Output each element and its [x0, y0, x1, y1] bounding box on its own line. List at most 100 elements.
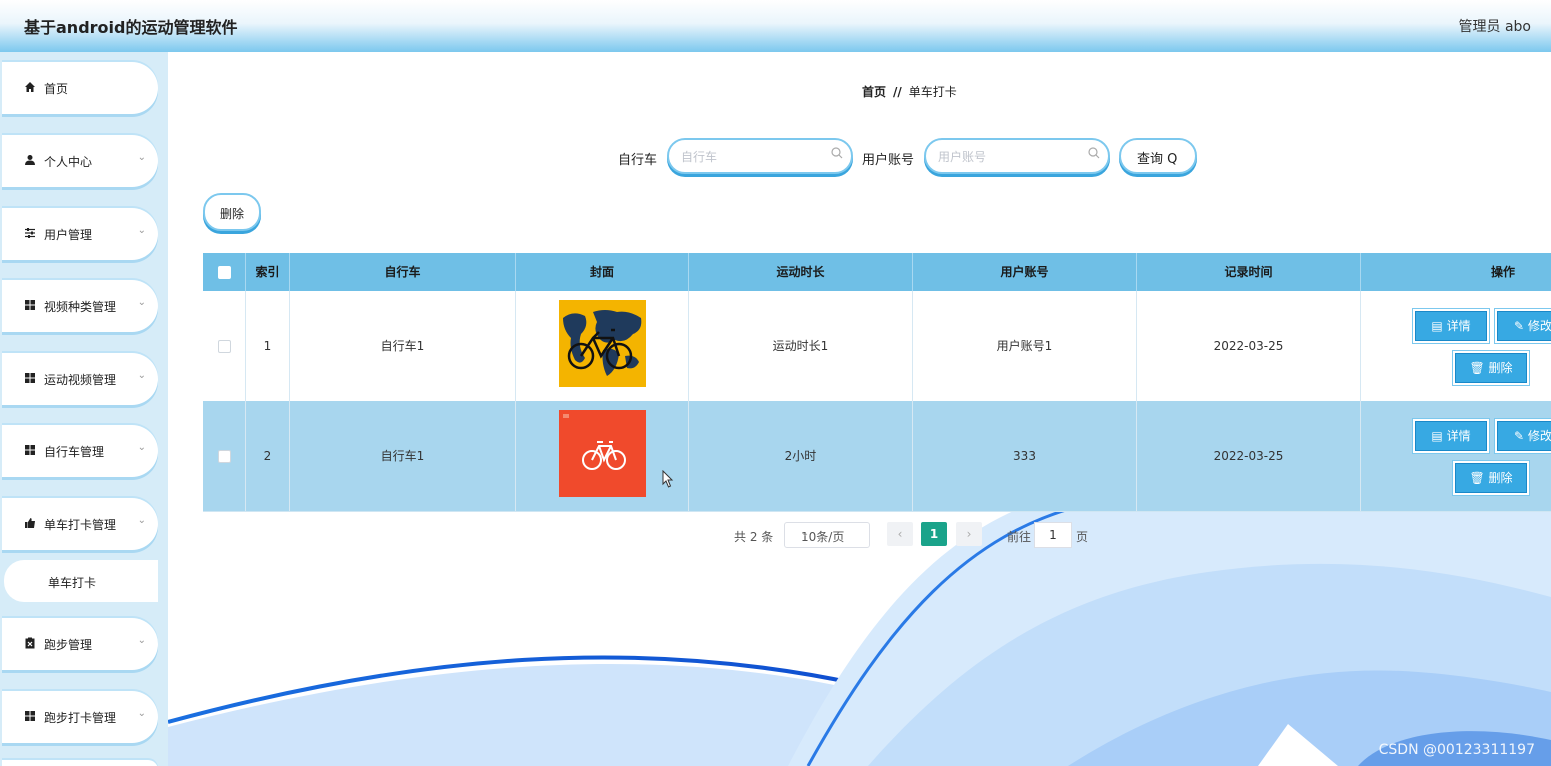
sidebar-item-running-management[interactable]: 跑步管理 ⌄: [2, 618, 158, 670]
table-row: 2 自行车1 2小时 333 2022-03-25 ▤ 详情 ✎ 修改 🗑 删除: [203, 401, 1551, 512]
grid-icon: [24, 299, 36, 311]
cell-cover: [516, 291, 689, 401]
chevron-down-icon: ⌄: [137, 152, 146, 163]
current-page-button[interactable]: 1: [921, 522, 947, 546]
sidebar-item-user-management[interactable]: 用户管理 ⌄: [2, 208, 158, 260]
sidebar-subitem-bike-checkin[interactable]: 单车打卡: [4, 560, 158, 602]
page-size-select[interactable]: 10条/页 ⌄: [784, 522, 870, 548]
bike-search-field[interactable]: [667, 138, 853, 174]
delete-button[interactable]: 🗑 删除: [1455, 463, 1527, 493]
home-icon: [24, 81, 36, 93]
table-header: 索引 自行车 封面 运动时长 用户账号 记录时间 操作: [203, 253, 1551, 291]
sidebar: 首页 个人中心 ⌄ 用户管理 ⌄ 视频种类管理 ⌄ 运动视频管理 ⌄ 自行车管理: [0, 52, 168, 766]
detail-label: 详情: [1446, 319, 1471, 333]
sidebar-item-label: 跑步管理: [44, 638, 93, 652]
cell-duration: 2小时: [689, 401, 913, 511]
select-all-cell: [203, 253, 246, 291]
cell-time: 2022-03-25: [1137, 291, 1361, 401]
top-header: 基于android的运动管理软件 管理员 abo: [0, 0, 1551, 52]
cell-index: 1: [246, 291, 290, 401]
sidebar-subitem-label: 单车打卡: [48, 576, 97, 590]
main-content: 首页 // 单车打卡 自行车 用户账号 查询 Q 删除 索引 自行车 封面 运动时长…: [168, 52, 1551, 766]
cell-actions: ▤ 详情 ✎ 修改 🗑 删除: [1361, 291, 1551, 401]
batch-delete-button[interactable]: 删除: [203, 193, 261, 231]
thumb-icon: [24, 517, 36, 529]
bike-cover-image[interactable]: [559, 410, 646, 497]
chevron-down-icon: ⌄: [801, 528, 810, 539]
row-checkbox[interactable]: [218, 340, 231, 353]
sidebar-item-label: 个人中心: [44, 155, 93, 169]
header-time: 记录时间: [1137, 253, 1361, 291]
pagination: 共 2 条 10条/页 ⌄ ‹ 1 › 前往 1 页: [168, 521, 1551, 549]
cell-account: 333: [913, 401, 1137, 511]
prev-page-button[interactable]: ‹: [887, 522, 913, 546]
cell-actions: ▤ 详情 ✎ 修改 🗑 删除: [1361, 401, 1551, 511]
edit-button[interactable]: ✎ 修改: [1497, 311, 1551, 341]
account-search-input[interactable]: [936, 146, 1080, 168]
sidebar-item-running-checkin-management[interactable]: 跑步打卡管理 ⌄: [2, 691, 158, 743]
sidebar-item-label: 首页: [44, 82, 69, 96]
select-all-checkbox[interactable]: [218, 266, 231, 279]
header-actions: 操作: [1490, 265, 1515, 279]
account-search-field[interactable]: [924, 138, 1110, 174]
query-button-label: 查询 Q: [1137, 152, 1178, 167]
sidebar-item-video-category[interactable]: 视频种类管理 ⌄: [2, 280, 158, 332]
delete-label: 删除: [1488, 361, 1513, 375]
query-button[interactable]: 查询 Q: [1119, 138, 1197, 174]
chevron-down-icon: ⌄: [137, 225, 146, 236]
sidebar-item-label: 跑步打卡管理: [44, 711, 117, 725]
cell-bike: 自行车1: [290, 401, 516, 511]
page-unit-label: 页: [1076, 530, 1089, 544]
sidebar-item-label: 自行车管理: [44, 445, 105, 459]
goto-page-input[interactable]: 1: [1034, 522, 1072, 548]
header-account: 用户账号: [913, 253, 1137, 291]
edit-label: 修改: [1527, 429, 1551, 443]
detail-button[interactable]: ▤ 详情: [1415, 311, 1487, 341]
current-user[interactable]: 管理员 abo: [1459, 16, 1531, 36]
next-page-button[interactable]: ›: [956, 522, 982, 546]
sidebar-item-home[interactable]: 首页: [2, 62, 158, 114]
sidebar-item-sport-video[interactable]: 运动视频管理 ⌄: [2, 353, 158, 405]
chevron-down-icon: ⌄: [137, 370, 146, 381]
goto-label: 前往: [1007, 530, 1032, 544]
table-row: 1 自行车1 运动时长1 用户账号1 2022-03-25 ▤ 详情 ✎ 修改 …: [203, 291, 1551, 402]
app-title: 基于android的运动管理软件: [24, 18, 238, 37]
bike-search-input[interactable]: [679, 146, 823, 168]
sidebar-item-partial[interactable]: [2, 760, 158, 766]
chevron-down-icon: ⌄: [137, 708, 146, 719]
detail-button[interactable]: ▤ 详情: [1415, 421, 1487, 451]
cell-duration: 运动时长1: [689, 291, 913, 401]
row-select-cell: [203, 291, 246, 401]
breadcrumb: 首页 // 单车打卡: [862, 83, 957, 100]
row-select-cell: [203, 401, 246, 511]
delete-label: 删除: [1488, 471, 1513, 485]
cell-bike: 自行车1: [290, 291, 516, 401]
edit-button[interactable]: ✎ 修改: [1497, 421, 1551, 451]
breadcrumb-home[interactable]: 首页: [862, 85, 886, 99]
bike-cover-image[interactable]: [559, 300, 646, 387]
chevron-down-icon: ⌄: [137, 515, 146, 526]
pagination-total: 共 2 条: [734, 530, 774, 544]
bike-search-label: 自行车: [618, 153, 658, 168]
batch-delete-label: 删除: [220, 207, 245, 221]
edit-label: 修改: [1527, 319, 1551, 333]
sidebar-item-bike-checkin-management[interactable]: 单车打卡管理 ⌄: [2, 498, 158, 550]
header-duration: 运动时长: [689, 253, 913, 291]
delete-button[interactable]: 🗑 删除: [1455, 353, 1527, 383]
row-checkbox[interactable]: [218, 450, 231, 463]
breadcrumb-separator: //: [893, 85, 902, 99]
sidebar-item-bike-management[interactable]: 自行车管理 ⌄: [2, 425, 158, 477]
header-bike: 自行车: [290, 253, 516, 291]
header-index: 索引: [246, 253, 290, 291]
account-search-label: 用户账号: [862, 153, 915, 168]
detail-label: 详情: [1446, 429, 1471, 443]
user-icon: [24, 154, 36, 166]
watermark: CSDN @00123311197: [1378, 742, 1535, 758]
sidebar-item-profile[interactable]: 个人中心 ⌄: [2, 135, 158, 187]
cell-cover: [516, 401, 689, 511]
search-icon: [1088, 147, 1100, 163]
mouse-cursor-icon: [662, 469, 674, 492]
cell-index: 2: [246, 401, 290, 511]
chevron-down-icon: ⌄: [137, 635, 146, 646]
grid-icon: [24, 372, 36, 384]
